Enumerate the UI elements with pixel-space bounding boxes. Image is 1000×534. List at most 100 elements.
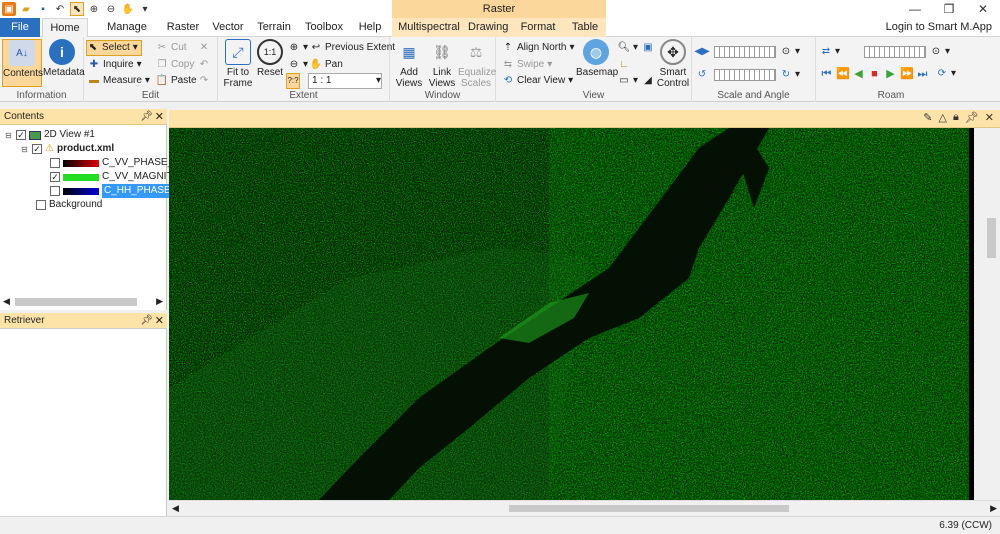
zoom-out-icon[interactable]: ⊖ xyxy=(104,2,118,16)
close-icon[interactable]: ✕ xyxy=(155,313,164,329)
scroll-left-icon[interactable]: ◀ xyxy=(3,296,10,307)
open-folder-icon[interactable]: ▰ xyxy=(19,2,33,16)
fit-to-frame-button[interactable]: ⤢ Fit to Frame xyxy=(221,39,255,89)
reset-button[interactable]: 1:1 Reset xyxy=(256,39,284,78)
undo-edit-button[interactable]: ↶ xyxy=(198,57,210,73)
roam-loop-button[interactable]: ⟳ ▾ xyxy=(936,66,956,82)
close-icon[interactable]: ✕ xyxy=(155,109,164,125)
previous-extent-button[interactable]: ↩ Previous Extent xyxy=(310,40,395,56)
login-link[interactable]: Login to Smart M.App xyxy=(886,18,992,37)
tab-vector[interactable]: Vector xyxy=(211,18,245,37)
rotate-reset-button[interactable]: ↺ xyxy=(696,67,708,83)
layer-checkbox[interactable]: ✓ xyxy=(50,172,60,182)
scale-combobox[interactable]: 1 : 1 ▾ xyxy=(308,73,382,89)
equalize-scales-button[interactable]: ⚖ Equalize Scales xyxy=(458,39,496,90)
basemap-button[interactable]: ◍ Basemap xyxy=(576,39,618,78)
roam-stop-button[interactable]: ■ xyxy=(868,68,881,81)
background-color-button[interactable]: ▭ ▾ xyxy=(618,73,638,89)
pencil-icon[interactable]: ✎ xyxy=(923,111,932,124)
cut-button[interactable]: ✂ Cut xyxy=(156,40,187,56)
close-icon[interactable]: ✕ xyxy=(966,0,1000,18)
background-checkbox[interactable] xyxy=(36,200,46,210)
tree-layer-row[interactable]: ✓ C_VV_MAGNITU xyxy=(50,170,180,184)
overview-button[interactable]: ▣ xyxy=(642,40,654,56)
tab-manage-data[interactable]: Manage Data xyxy=(96,18,158,52)
roam-speed-slider[interactable] xyxy=(864,46,926,58)
scale-unknown-button[interactable]: ?:? xyxy=(286,73,300,89)
layer-checkbox[interactable] xyxy=(50,186,60,196)
tab-file[interactable]: File xyxy=(0,18,40,37)
copy-button[interactable]: ❐ Copy xyxy=(156,57,195,73)
undo-icon[interactable]: ↶ xyxy=(53,2,67,16)
pan-icon[interactable]: ✋ xyxy=(121,2,135,16)
scroll-right-icon[interactable]: ▶ xyxy=(990,503,997,514)
tab-format[interactable]: Format xyxy=(520,18,556,37)
tree-product-node[interactable]: ⊟ ✓ ⚠ product.xml xyxy=(20,142,114,156)
view-checkbox[interactable]: ✓ xyxy=(16,130,26,140)
contents-button[interactable]: A↓ Contents xyxy=(2,39,43,87)
angle-slider[interactable] xyxy=(714,69,776,81)
collapse-icon[interactable]: ⊟ xyxy=(20,145,29,154)
align-north-button[interactable]: ⇡ Align North ▾ xyxy=(502,40,575,56)
scroll-right-icon[interactable]: ▶ xyxy=(156,296,163,307)
horizontal-scroll-thumb[interactable] xyxy=(509,505,789,512)
scale-options-button[interactable]: ⊙ ▾ xyxy=(780,44,800,60)
roam-options-button[interactable]: ⊙ ▾ xyxy=(930,44,950,60)
redo-edit-button[interactable]: ↷ xyxy=(198,73,210,89)
roam-play-reverse-button[interactable]: ◀ xyxy=(852,68,865,81)
magnifier-button[interactable]: 🔍︎ ▾ xyxy=(618,40,638,56)
zoom-in-dropdown[interactable]: ⊕ ▾ xyxy=(288,40,308,56)
select-tool-icon[interactable]: ⬉ xyxy=(70,2,84,16)
axis-button[interactable]: ∟ xyxy=(618,57,630,73)
app-icon[interactable]: ▣ xyxy=(2,2,16,16)
minimize-icon[interactable]: — xyxy=(898,0,932,18)
tab-terrain[interactable]: Terrain xyxy=(256,18,292,37)
pan-button[interactable]: ✋ Pan xyxy=(310,57,343,73)
restore-icon[interactable]: ❐ xyxy=(932,0,966,18)
tab-toolbox[interactable]: Toolbox xyxy=(304,18,344,37)
roam-step-forward-button[interactable]: ⏩ xyxy=(900,68,914,81)
tab-drawing[interactable]: Drawing xyxy=(468,18,508,37)
swipe-button[interactable]: ⇆ Swipe ▾ xyxy=(502,57,552,73)
select-button[interactable]: ⬉ Select ▾ xyxy=(86,40,142,56)
triangle-icon[interactable]: △ xyxy=(938,111,946,124)
paste-button[interactable]: 📋 Paste xyxy=(156,73,197,89)
lock-icon[interactable]: 🔒︎ xyxy=(953,111,959,124)
tree-layer-row[interactable]: C_HH_PHASE_2 xyxy=(50,184,184,198)
zoom-in-icon[interactable]: ⊕ xyxy=(87,2,101,16)
clear-view-button[interactable]: ⟲ Clear View ▾ xyxy=(502,73,573,89)
snap-button[interactable]: ◢ xyxy=(642,73,654,89)
inquire-button[interactable]: ✚ Inquire ▾ xyxy=(88,57,142,73)
scale-slider[interactable] xyxy=(714,46,776,58)
scroll-thumb[interactable] xyxy=(15,298,137,306)
save-icon[interactable]: ▪ xyxy=(36,2,50,16)
pin-icon[interactable]: 📌︎ xyxy=(140,313,153,329)
zoom-out-dropdown[interactable]: ⊖ ▾ xyxy=(288,57,308,73)
delete-button[interactable]: ✕ xyxy=(198,40,210,56)
scroll-left-icon[interactable]: ◀ xyxy=(172,503,179,514)
layer-checkbox[interactable] xyxy=(50,158,60,168)
roam-step-back-button[interactable]: ⏪ xyxy=(836,68,850,81)
add-views-button[interactable]: ▦ Add Views xyxy=(393,39,425,90)
roam-last-button[interactable]: ⏭ xyxy=(916,68,929,81)
tree-layer-row[interactable]: C_VV_PHASE_4 xyxy=(50,156,179,170)
product-checkbox[interactable]: ✓ xyxy=(32,144,42,154)
scale-reset-button[interactable]: ◀▶ xyxy=(694,44,709,60)
tree-background-row[interactable]: Background xyxy=(36,198,102,212)
link-views-button[interactable]: ⛓ Link Views xyxy=(426,39,458,90)
close-icon[interactable]: ✕ xyxy=(985,111,994,124)
metadata-button[interactable]: i Metadata xyxy=(43,39,85,78)
collapse-icon[interactable]: ⊟ xyxy=(4,131,13,140)
smart-control-button[interactable]: ✥ Smart Control xyxy=(654,39,692,89)
pin-icon[interactable]: 📌︎ xyxy=(965,111,979,124)
customize-qat-icon[interactable]: ▾ xyxy=(138,2,152,16)
angle-options-button[interactable]: ↻ ▾ xyxy=(780,67,800,83)
measure-button[interactable]: ▬ Measure ▾ xyxy=(88,73,150,89)
view-horizontal-scrollbar[interactable]: ◀ ▶ xyxy=(169,500,1000,516)
tab-home[interactable]: Home xyxy=(42,18,88,38)
contents-horizontal-scrollbar[interactable]: ◀ ▶ xyxy=(3,296,163,308)
tab-multispectral[interactable]: Multispectral xyxy=(398,18,460,37)
map-canvas[interactable] xyxy=(169,128,974,500)
view-vertical-scrollbar[interactable] xyxy=(974,128,1000,500)
roam-first-button[interactable]: ⏮ xyxy=(820,68,833,81)
